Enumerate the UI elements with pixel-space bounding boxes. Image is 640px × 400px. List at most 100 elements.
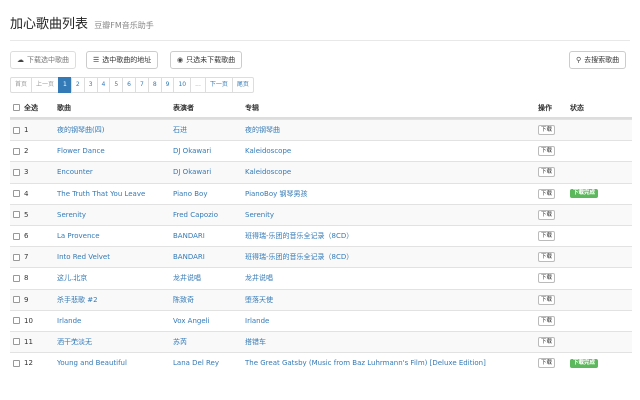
download-button[interactable]: 下载 <box>538 188 556 199</box>
download-button[interactable]: 下载 <box>538 336 556 347</box>
toolbar: ☁ 下载选中歌曲 ☰ 选中歌曲的地址 ◉ 只选未下载歌曲 ⚲ 去搜索歌曲 <box>10 51 630 69</box>
selected-urls-button[interactable]: ☰ 选中歌曲的地址 <box>86 51 159 69</box>
download-button[interactable]: 下载 <box>538 252 556 263</box>
row-number: 3 <box>24 168 29 177</box>
page-3[interactable]: 3 <box>83 77 98 93</box>
album-link[interactable]: PianoBoy 钢琴男孩 <box>245 184 307 204</box>
song-link[interactable]: Serenity <box>57 205 86 225</box>
song-link[interactable]: Flower Dance <box>57 141 105 161</box>
page-title: 加心歌曲列表 <box>10 17 89 32</box>
table-row: 2 Flower Dance DJ Okawari Kaleidoscope 下载 <box>10 140 632 161</box>
row-checkbox[interactable] <box>13 211 20 219</box>
row-checkbox[interactable] <box>13 232 20 240</box>
album-link[interactable]: Irlande <box>245 311 269 331</box>
page-9[interactable]: 9 <box>160 77 175 93</box>
song-link[interactable]: 杀手悲歌 #2 <box>57 290 98 310</box>
artist-link[interactable]: Fred Capozio <box>173 205 218 225</box>
row-number: 9 <box>24 295 29 304</box>
artist-link[interactable]: 苏芮 <box>173 332 187 352</box>
page-6[interactable]: 6 <box>122 77 136 93</box>
page-2[interactable]: 2 <box>70 77 85 93</box>
page-next[interactable]: 下一页 <box>204 77 233 93</box>
row-checkbox[interactable] <box>13 274 20 282</box>
song-link[interactable]: Irlande <box>57 311 81 331</box>
album-link[interactable]: Serenity <box>245 205 274 225</box>
artist-link[interactable]: DJ Okawari <box>173 162 211 182</box>
page-7[interactable]: 7 <box>135 77 149 93</box>
artist-link[interactable]: BANDARI <box>173 247 205 267</box>
artist-link[interactable]: 陈致奇 <box>173 290 194 310</box>
search-songs-button[interactable]: ⚲ 去搜索歌曲 <box>569 51 627 69</box>
page-last[interactable]: 尾页 <box>231 77 254 93</box>
album-link[interactable]: 班得瑞-乐团的音乐全记录（8CD） <box>245 247 353 267</box>
song-link[interactable]: Encounter <box>57 162 93 182</box>
row-checkbox[interactable] <box>13 253 20 261</box>
row-checkbox[interactable] <box>13 296 20 304</box>
song-link[interactable]: 这儿.北京 <box>57 268 87 288</box>
circle-check-icon: ◉ <box>177 56 184 64</box>
artist-link[interactable]: 石进 <box>173 120 187 140</box>
download-button[interactable]: 下载 <box>538 231 556 242</box>
album-link[interactable]: 夜的钢琴曲 <box>245 120 280 140</box>
row-checkbox[interactable] <box>13 190 20 198</box>
album-link[interactable]: Kaleidoscope <box>245 162 291 182</box>
song-table: 全选 歌曲 表演者 专辑 操作 状态 1 夜的钢琴曲(四) 石进 夜的钢琴曲 下载 2 Fl… <box>10 98 632 373</box>
row-checkbox[interactable] <box>13 338 20 346</box>
row-number: 10 <box>24 316 33 325</box>
page-8[interactable]: 8 <box>147 77 162 93</box>
artist-link[interactable]: DJ Okawari <box>173 141 211 161</box>
album-link[interactable]: 堕落天使 <box>245 290 273 310</box>
download-button[interactable]: 下载 <box>538 167 556 178</box>
download-button[interactable]: 下载 <box>538 273 556 284</box>
album-link[interactable]: 班得瑞-乐团的音乐全记录（8CD） <box>245 226 353 246</box>
page-10[interactable]: 10 <box>173 77 192 93</box>
artist-link[interactable]: 龙井说唱 <box>173 268 201 288</box>
song-link[interactable]: 夜的钢琴曲(四) <box>57 120 104 140</box>
download-selected-button[interactable]: ☁ 下载选中歌曲 <box>10 51 76 69</box>
select-all-checkbox[interactable] <box>13 104 20 111</box>
page-4[interactable]: 4 <box>96 77 111 93</box>
artist-link[interactable]: Vox Angeli <box>173 311 210 331</box>
row-checkbox[interactable] <box>13 147 20 155</box>
download-button[interactable]: 下载 <box>538 358 556 369</box>
header-select-all: 全选 <box>24 103 38 112</box>
row-number: 8 <box>24 274 29 283</box>
artist-link[interactable]: BANDARI <box>173 226 205 246</box>
table-row: 7 Into Red Velvet BANDARI 班得瑞-乐团的音乐全记录（8CD）… <box>10 246 632 268</box>
row-number: 2 <box>24 147 29 156</box>
page-1[interactable]: 1 <box>58 77 72 93</box>
artist-link[interactable]: Lana Del Rey <box>173 353 219 373</box>
table-row: 1 夜的钢琴曲(四) 石进 夜的钢琴曲 下载 <box>10 119 632 141</box>
list-icon: ☰ <box>93 56 100 64</box>
row-checkbox[interactable] <box>13 317 20 325</box>
album-link[interactable]: 搭错车 <box>245 332 266 352</box>
album-link[interactable]: The Great Gatsby (Music from Baz Luhrman… <box>245 353 486 373</box>
row-checkbox[interactable] <box>13 168 20 176</box>
only-undownloaded-button[interactable]: ◉ 只选未下载歌曲 <box>170 51 243 69</box>
album-link[interactable]: Kaleidoscope <box>245 141 291 161</box>
row-number: 4 <box>24 189 29 198</box>
song-link[interactable]: Into Red Velvet <box>57 247 110 267</box>
row-checkbox[interactable] <box>13 126 20 134</box>
row-number: 11 <box>24 337 33 346</box>
page-first[interactable]: 首页 <box>10 77 33 93</box>
page-prev[interactable]: 上一页 <box>31 77 60 93</box>
download-button[interactable]: 下载 <box>538 125 556 136</box>
download-button[interactable]: 下载 <box>538 209 556 220</box>
song-link[interactable]: Young and Beautiful <box>57 353 127 373</box>
table-header: 全选 歌曲 表演者 专辑 操作 状态 <box>10 98 632 119</box>
cloud-download-icon: ☁ <box>17 56 24 64</box>
table-row: 9 杀手悲歌 #2 陈致奇 堕落天使 下载 <box>10 288 632 310</box>
download-done-badge: 下载完成 <box>570 358 599 368</box>
song-link[interactable]: The Truth That You Leave <box>57 184 145 204</box>
row-number: 12 <box>24 359 33 368</box>
download-button[interactable]: 下载 <box>538 294 556 305</box>
download-button[interactable]: 下载 <box>538 146 556 157</box>
download-button[interactable]: 下载 <box>538 315 556 326</box>
page-5[interactable]: 5 <box>109 77 124 93</box>
row-checkbox[interactable] <box>13 359 20 367</box>
album-link[interactable]: 龙井说唱 <box>245 268 273 288</box>
song-link[interactable]: 洒干䒞淡无 <box>57 332 92 352</box>
song-link[interactable]: La Provence <box>57 226 100 246</box>
artist-link[interactable]: Piano Boy <box>173 184 207 204</box>
